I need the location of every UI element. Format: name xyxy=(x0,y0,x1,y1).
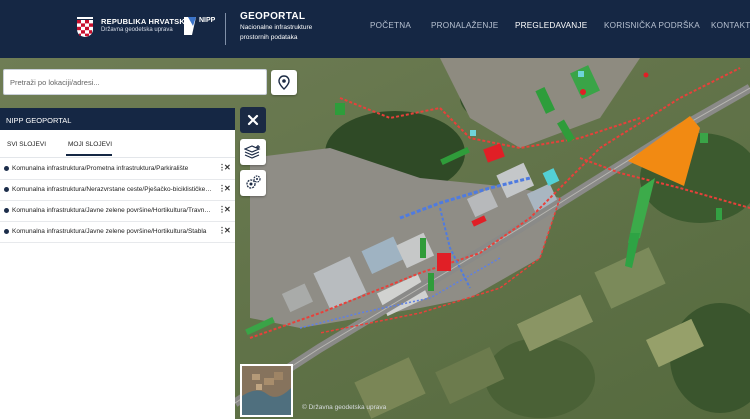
layer-label: Komunalna infrastruktura/Javne zelene po… xyxy=(12,228,207,235)
settings-button[interactable] xyxy=(240,170,266,196)
nav-pocetna[interactable]: POČETNA xyxy=(370,21,411,30)
search-input[interactable] xyxy=(3,69,267,95)
app-title[interactable]: GEOPORTAL xyxy=(240,11,305,22)
active-tab-indicator xyxy=(66,154,112,156)
layer-bullet-icon xyxy=(4,166,9,171)
layers-panel: NIPP GEOPORTAL SVI SLOJEVI MOJI SLOJEVI … xyxy=(0,108,235,419)
app-subtitle-line2: prostornih podataka xyxy=(240,34,298,41)
layer-bullet-icon xyxy=(4,187,9,192)
remove-layer-icon[interactable]: ✕ xyxy=(224,205,231,214)
remove-layer-icon[interactable]: ✕ xyxy=(224,163,231,172)
map-pin-icon xyxy=(278,75,290,90)
panel-tabs: SVI SLOJEVI MOJI SLOJEVI xyxy=(0,130,235,158)
nav-pregledavanje[interactable]: PREGLEDAVANJE xyxy=(515,21,587,30)
layer-bullet-icon xyxy=(4,229,9,234)
nav-kontakt[interactable]: KONTAKT xyxy=(711,21,750,30)
org-subtitle: Državna geodetska uprava xyxy=(101,27,173,33)
top-header: REPUBLIKA HRVATSKA Državna geodetska upr… xyxy=(0,0,750,58)
layer-label: Komunalna infrastruktura/Prometna infras… xyxy=(12,165,189,172)
header-divider xyxy=(225,13,226,45)
map-credit: © Državna geodetska uprava xyxy=(302,404,387,411)
layer-row[interactable]: Komunalna infrastruktura/Prometna infras… xyxy=(0,159,235,180)
tab-moji-slojevi[interactable]: MOJI SLOJEVI xyxy=(68,141,112,148)
tab-svi-slojevi[interactable]: SVI SLOJEVI xyxy=(7,141,46,148)
close-icon xyxy=(247,114,259,126)
org-name: REPUBLIKA HRVATSKA xyxy=(101,17,191,26)
add-layers-button[interactable] xyxy=(240,139,266,165)
croatian-coat-of-arms-icon xyxy=(77,17,93,37)
gears-icon xyxy=(246,175,261,189)
basemap-switcher-thumbnail[interactable] xyxy=(240,364,293,417)
remove-layer-icon[interactable]: ✕ xyxy=(224,226,231,235)
layer-row[interactable]: Komunalna infrastruktura/Nerazvrstane ce… xyxy=(0,180,235,201)
panel-title: NIPP GEOPORTAL xyxy=(0,108,235,130)
layer-label: Komunalna infrastruktura/Javne zelene po… xyxy=(12,207,212,214)
remove-layer-icon[interactable]: ✕ xyxy=(224,184,231,193)
layer-bullet-icon xyxy=(4,208,9,213)
layer-row[interactable]: Komunalna infrastruktura/Javne zelene po… xyxy=(0,222,235,243)
close-panel-button[interactable] xyxy=(240,107,266,133)
basemap-preview-icon xyxy=(242,366,291,415)
nav-korisnicka-podrska[interactable]: KORISNIČKA PODRŠKA xyxy=(604,21,700,30)
app-subtitle-line1: Nacionalne infrastrukture xyxy=(240,24,313,31)
layer-row[interactable]: Komunalna infrastruktura/Javne zelene po… xyxy=(0,201,235,222)
layer-label: Komunalna infrastruktura/Nerazvrstane ce… xyxy=(12,186,212,193)
nav-pronalazenje[interactable]: PRONALAŽENJE xyxy=(431,21,498,30)
nipp-logo-text: NIPP xyxy=(199,17,216,24)
layers-add-icon xyxy=(244,145,261,159)
locate-button[interactable] xyxy=(271,70,297,95)
